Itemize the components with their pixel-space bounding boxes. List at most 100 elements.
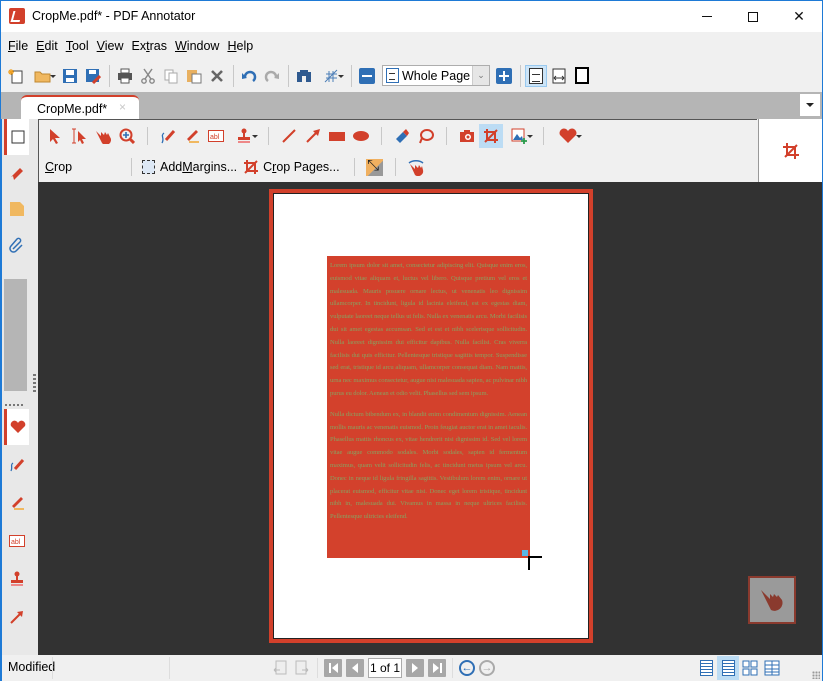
forward-arrow-icon: → <box>481 661 493 674</box>
next-page-button[interactable] <box>406 659 424 677</box>
line-tool[interactable] <box>277 124 301 148</box>
undo-button[interactable] <box>238 65 260 87</box>
crop-icon <box>484 129 498 143</box>
save-as-button[interactable] <box>82 65 104 87</box>
prev-doc-button[interactable] <box>271 659 289 677</box>
tab-cropme[interactable]: CropMe.pdf* × <box>21 95 139 119</box>
maximize-button[interactable] <box>730 1 776 32</box>
page-number-input[interactable]: 1 of 1 <box>368 658 402 678</box>
add-margins-button[interactable]: Add Margins... <box>140 159 237 175</box>
ribbon-separator <box>446 127 447 145</box>
menu-tool[interactable]: Tool <box>62 39 93 53</box>
resize-grip[interactable] <box>812 671 820 679</box>
fit-page-button[interactable] <box>525 64 547 87</box>
open-button[interactable] <box>28 65 58 87</box>
sidebar-tab-pages[interactable] <box>4 119 29 155</box>
page-navigation: 1 of 1 ← → <box>271 658 499 678</box>
highlighter-tool[interactable] <box>180 124 204 148</box>
ellipse-tool[interactable] <box>349 124 373 148</box>
two-page-view-button[interactable] <box>739 656 761 680</box>
zoom-tool[interactable] <box>115 124 139 148</box>
delete-icon <box>211 69 223 82</box>
insert-image-tool[interactable] <box>503 124 535 148</box>
page-icon <box>11 130 25 144</box>
sidebar-resize-grip[interactable] <box>33 374 36 394</box>
menu-window[interactable]: Window <box>171 39 223 53</box>
snapshot-tool[interactable] <box>455 124 479 148</box>
zoom-in-button[interactable] <box>493 65 515 87</box>
close-button[interactable]: ✕ <box>776 1 822 32</box>
copy-button[interactable] <box>160 65 182 87</box>
menu-view[interactable]: View <box>93 39 128 53</box>
first-page-button[interactable] <box>324 659 342 677</box>
crop-cursor-icon <box>528 556 542 570</box>
sidebar-tab-attachments[interactable] <box>4 227 29 263</box>
back-button[interactable]: ← <box>459 660 475 676</box>
document-view[interactable]: Lorem ipsum dolor sit amet, consectetur … <box>38 182 822 655</box>
menu-extras[interactable]: Extras <box>128 39 171 53</box>
two-page-continuous-view-button[interactable] <box>761 656 783 680</box>
sidebar-tab-pen[interactable] <box>4 447 29 483</box>
continuous-view-button[interactable] <box>717 656 739 680</box>
pen-tool[interactable] <box>156 124 180 148</box>
page-text-block: Lorem ipsum dolor sit amet, consectetur … <box>327 256 530 558</box>
grid-button[interactable] <box>316 65 346 87</box>
sidebar-split-grip[interactable] <box>5 404 25 406</box>
crop-tool[interactable] <box>479 124 503 148</box>
tab-close-icon[interactable]: × <box>119 100 126 114</box>
status-bar: Modified 1 of 1 ← → <box>1 655 822 681</box>
save-as-icon <box>86 68 101 84</box>
zoom-out-button[interactable] <box>356 65 378 87</box>
select-tool[interactable] <box>43 124 67 148</box>
sidebar-tab-stamp[interactable] <box>4 561 29 597</box>
stamp-icon <box>10 571 23 586</box>
ribbon-separator <box>131 158 132 176</box>
floating-hand-button[interactable] <box>748 576 796 624</box>
rectangle-tool[interactable] <box>325 124 349 148</box>
tab-list-dropdown[interactable] <box>800 94 820 116</box>
forward-button[interactable]: → <box>479 660 495 676</box>
paste-icon <box>187 69 202 83</box>
sidebar-tab-favorites[interactable] <box>4 409 29 445</box>
sidebar-tab-bookmarks[interactable] <box>4 155 29 191</box>
paragraph: Lorem ipsum dolor sit amet, consectetur … <box>330 262 527 397</box>
sidebar-tab-textbox[interactable]: abl <box>4 523 29 559</box>
new-button[interactable] <box>5 65 27 87</box>
cut-button[interactable] <box>137 65 159 87</box>
print-button[interactable] <box>114 65 136 87</box>
menu-help[interactable]: Help <box>223 39 257 53</box>
lasso-tool[interactable] <box>414 124 438 148</box>
fit-width-button[interactable] <box>548 65 570 87</box>
textbox-tool[interactable]: abl <box>204 124 228 148</box>
menu-edit[interactable]: Edit <box>32 39 62 53</box>
chevron-down-icon[interactable]: ⌄ <box>472 66 489 85</box>
delete-button[interactable] <box>206 65 228 87</box>
sidebar-tab-notes[interactable] <box>4 191 29 227</box>
crop-pages-button[interactable]: Cr op Pages... <box>243 159 340 175</box>
fullscreen-button[interactable] <box>571 65 593 87</box>
minimize-button[interactable] <box>684 1 730 32</box>
save-icon <box>63 68 77 83</box>
favorites-tool[interactable] <box>552 124 584 148</box>
hand-tool[interactable] <box>91 124 115 148</box>
menu-file[interactable]: File <box>4 39 32 53</box>
text-select-tool[interactable] <box>67 124 91 148</box>
single-page-view-button[interactable] <box>695 656 717 680</box>
sidebar-tab-arrow[interactable] <box>4 599 29 635</box>
next-doc-button[interactable] <box>293 659 311 677</box>
redo-button[interactable] <box>261 65 283 87</box>
find-button[interactable] <box>293 65 315 87</box>
app-logo-icon <box>9 8 25 24</box>
resize-button[interactable] <box>363 155 387 179</box>
previous-page-button[interactable] <box>346 659 364 677</box>
sticky-tool-button[interactable] <box>404 155 428 179</box>
zoom-select[interactable]: Whole Page ⌄ <box>382 65 490 86</box>
last-page-button[interactable] <box>428 659 446 677</box>
save-button[interactable] <box>59 65 81 87</box>
stamp-tool[interactable] <box>228 124 260 148</box>
eraser-tool[interactable] <box>390 124 414 148</box>
paste-button[interactable] <box>183 65 205 87</box>
svg-text:abl: abl <box>11 539 21 546</box>
sidebar-tab-highlighter[interactable] <box>4 485 29 521</box>
arrow-tool[interactable] <box>301 124 325 148</box>
